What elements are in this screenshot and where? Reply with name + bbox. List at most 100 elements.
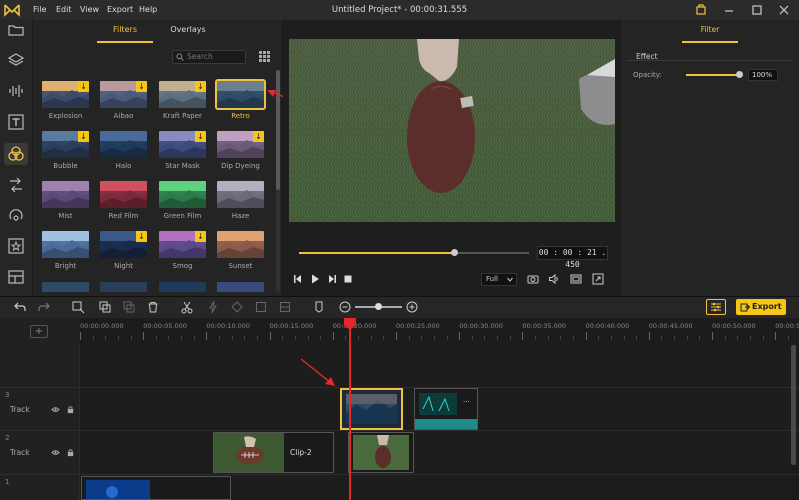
download-icon[interactable]: ↓	[195, 81, 206, 92]
filter-thumbnail-partial[interactable]	[100, 282, 147, 292]
add-track-button[interactable]: +	[30, 325, 48, 338]
audio-icon[interactable]	[6, 81, 26, 101]
filter-item-aibao[interactable]: ↓ Aibao	[100, 81, 147, 120]
transitions-icon[interactable]	[6, 175, 26, 195]
filter-thumbnail-partial[interactable]	[42, 282, 89, 292]
minimize-icon[interactable]	[722, 3, 736, 17]
overlay-clip-more[interactable]: ...	[463, 396, 470, 404]
undo-icon[interactable]	[13, 300, 27, 314]
grid-view-icon[interactable]	[259, 51, 270, 62]
track-3-label: Track	[10, 405, 30, 414]
freeze-icon[interactable]	[254, 300, 268, 314]
download-icon[interactable]: ↓	[195, 231, 206, 242]
opacity-slider-knob[interactable]	[736, 71, 743, 78]
filter-item-smog[interactable]: ↓ Smog	[159, 231, 206, 270]
tab-filters[interactable]: Filters	[97, 25, 153, 39]
zoom-slider-knob[interactable]	[375, 303, 382, 310]
stop-icon[interactable]	[342, 273, 354, 285]
previous-frame-icon[interactable]	[292, 273, 304, 285]
eye-icon[interactable]	[51, 448, 60, 457]
ruler-tick	[522, 332, 524, 340]
zoom-out-icon[interactable]	[338, 300, 352, 314]
video-clip-3[interactable]	[348, 432, 414, 473]
filter-label: Retro	[231, 112, 250, 120]
stickers-icon[interactable]	[6, 236, 26, 256]
download-icon[interactable]: ↓	[136, 231, 147, 242]
eye-icon[interactable]	[51, 405, 60, 414]
delete-icon[interactable]	[146, 300, 160, 314]
track-2-label: Track	[10, 448, 30, 457]
lock-icon[interactable]	[66, 448, 75, 457]
pip-icon[interactable]	[570, 273, 582, 285]
keyframe-icon[interactable]	[230, 300, 244, 314]
ruler-minor-tick	[446, 336, 448, 340]
templates-icon[interactable]	[6, 267, 26, 287]
mosaic-icon[interactable]	[278, 300, 292, 314]
maximize-icon[interactable]	[750, 3, 764, 17]
filter-item-bubble[interactable]: ↓ Bubble	[42, 131, 89, 170]
opacity-value-input[interactable]: 100%	[748, 69, 778, 81]
filter-item-sunset[interactable]: Sunset	[217, 231, 264, 270]
download-icon[interactable]: ↓	[253, 131, 264, 142]
tab-filter-properties[interactable]: Filter	[621, 25, 799, 39]
filter-item-night[interactable]: ↓ Night	[100, 231, 147, 270]
tab-overlays[interactable]: Overlays	[160, 25, 216, 39]
opacity-slider-track[interactable]	[686, 74, 741, 76]
download-icon[interactable]: ↓	[195, 131, 206, 142]
filter-thumbnail: ↓	[217, 131, 264, 158]
media-folder-icon[interactable]	[6, 20, 26, 40]
marker-icon[interactable]	[312, 300, 326, 314]
split-icon[interactable]	[180, 300, 194, 314]
redo-icon[interactable]	[37, 300, 51, 314]
ruler-minor-tick	[168, 336, 170, 340]
video-clip-2[interactable]	[213, 432, 334, 473]
paste-icon[interactable]	[122, 300, 136, 314]
layers-icon[interactable]	[6, 50, 26, 70]
filter-thumbnail: ↓	[42, 81, 89, 108]
video-clip-1[interactable]	[81, 476, 231, 500]
filter-item-bright[interactable]: Bright	[42, 231, 89, 270]
ruler-minor-tick	[610, 336, 612, 340]
filter-item-haze[interactable]: Haze	[217, 181, 264, 220]
filters-icon[interactable]	[6, 144, 26, 164]
filter-item-halo[interactable]: Halo	[100, 131, 147, 170]
filter-item-retro[interactable]: Retro	[215, 79, 266, 120]
speed-icon[interactable]	[206, 300, 220, 314]
filter-item-mist[interactable]: Mist	[42, 181, 89, 220]
filter-thumbnail-partial[interactable]	[159, 282, 206, 292]
snapshot-icon[interactable]	[527, 273, 539, 285]
crop-icon[interactable]	[71, 300, 85, 314]
volume-icon[interactable]	[548, 273, 560, 285]
zoom-in-icon[interactable]	[405, 300, 419, 314]
ruler-tick	[775, 332, 777, 340]
preview-time: 00 : 00 : 21 . 450	[537, 246, 608, 269]
filter-item-kraft-paper[interactable]: ↓ Kraft Paper	[159, 81, 206, 120]
next-frame-icon[interactable]	[326, 273, 338, 285]
download-icon[interactable]: ↓	[78, 81, 89, 92]
download-icon[interactable]: ↓	[78, 131, 89, 142]
play-icon[interactable]	[309, 273, 321, 285]
download-icon[interactable]: ↓	[136, 81, 147, 92]
filter-item-explosion[interactable]: ↓ Explosion	[42, 81, 89, 120]
filter-label: Aibao	[113, 112, 134, 120]
filter-item-dip-dyeing[interactable]: ↓ Dip Dyeing	[217, 131, 264, 170]
cart-icon[interactable]	[694, 3, 708, 17]
overlay-clip[interactable]	[414, 388, 478, 430]
preview-progress-knob[interactable]	[451, 249, 458, 256]
filter-thumbnail	[100, 181, 147, 208]
ruler-minor-tick	[699, 336, 701, 340]
filter-item-red-film[interactable]: Red Film	[100, 181, 147, 220]
copy-icon[interactable]	[98, 300, 112, 314]
timeline-scrollbar[interactable]	[791, 345, 796, 465]
playhead[interactable]	[349, 318, 351, 500]
filter-item-star-mask[interactable]: ↓ Star Mask	[159, 131, 206, 170]
filter-thumbnail-partial[interactable]	[217, 282, 264, 292]
effects-icon[interactable]	[6, 206, 26, 226]
text-icon[interactable]	[6, 112, 26, 132]
fullscreen-icon[interactable]	[592, 273, 604, 285]
close-icon[interactable]	[777, 3, 791, 17]
ruler-minor-tick	[762, 336, 764, 340]
filter-item-green-film[interactable]: Green Film	[159, 181, 206, 220]
lock-icon[interactable]	[66, 405, 75, 414]
playhead-handle-icon[interactable]	[343, 318, 357, 330]
